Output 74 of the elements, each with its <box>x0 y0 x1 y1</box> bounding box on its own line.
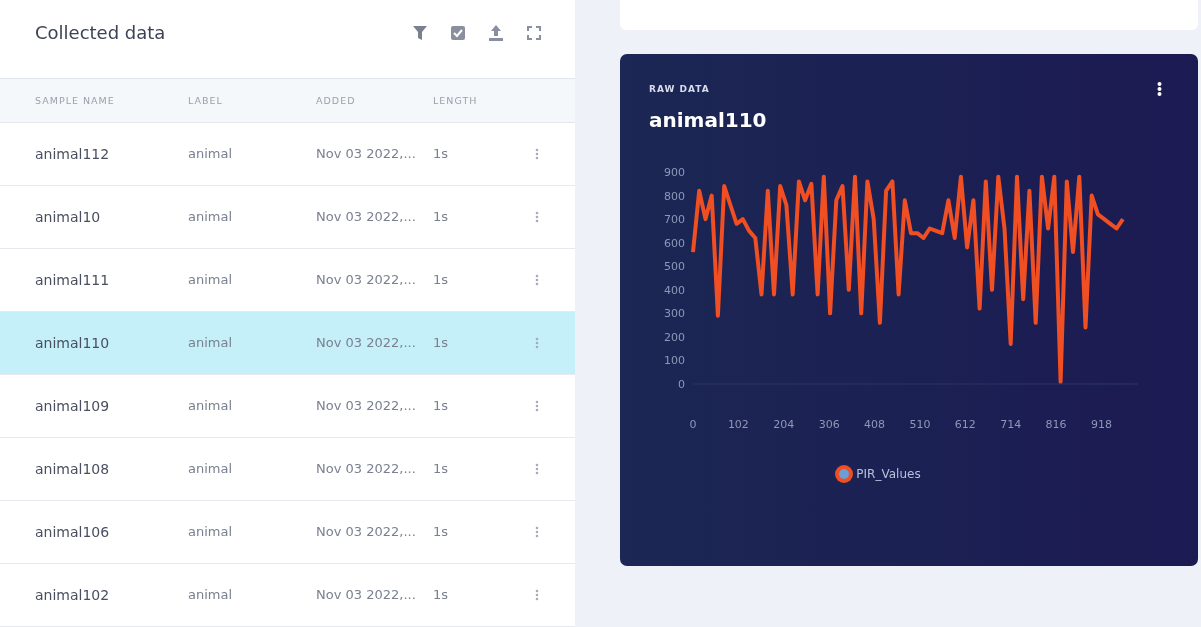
y-tick-label: 100 <box>664 354 685 368</box>
table-row[interactable]: animal110 animal Nov 03 2022,... 1s <box>0 311 575 375</box>
table-row[interactable]: animal106 animal Nov 03 2022,... 1s <box>0 500 575 564</box>
fullscreen-icon[interactable] <box>527 25 541 40</box>
label-cell-text: animal <box>188 587 234 603</box>
sample-name: animal110 <box>35 334 111 351</box>
length-cell-text: 1s <box>433 209 450 225</box>
sample-name: animal108 <box>35 460 111 477</box>
panel-title: Collected data <box>35 22 166 44</box>
x-tick-label: 612 <box>954 418 976 431</box>
x-tick-label: 102 <box>727 418 749 431</box>
label-cell-text: animal <box>188 335 234 351</box>
sample-name: animal10 <box>35 208 102 225</box>
y-tick-label: 200 <box>664 330 685 344</box>
added-cell-text: Nov 03 2022,... <box>316 587 417 603</box>
legend-marker <box>834 464 855 484</box>
table-row[interactable]: animal112 animal Nov 03 2022,... 1s <box>0 122 575 186</box>
table-row[interactable]: animal102 animal Nov 03 2022,... 1s <box>0 563 575 627</box>
label-cell-text: animal <box>188 398 234 414</box>
length-cell-text: 1s <box>433 272 450 288</box>
column-header: ADDED <box>316 94 357 106</box>
y-tick-label: 300 <box>664 307 685 321</box>
length-cell-text: 1s <box>433 398 450 414</box>
y-tick-label: 500 <box>664 260 685 274</box>
y-tick-label: 700 <box>664 213 685 227</box>
x-tick-label: 0 <box>689 418 697 431</box>
length-cell-text: 1s <box>433 524 450 540</box>
added-cell-text: Nov 03 2022,... <box>316 398 417 414</box>
table-row[interactable]: animal109 animal Nov 03 2022,... 1s <box>0 374 575 438</box>
x-tick-label: 816 <box>1045 418 1067 431</box>
sample-name: animal109 <box>35 397 111 414</box>
table-row[interactable]: animal111 animal Nov 03 2022,... 1s <box>0 248 575 312</box>
x-tick-label: 510 <box>909 418 931 431</box>
added-cell-text: Nov 03 2022,... <box>316 461 417 477</box>
added-cell-text: Nov 03 2022,... <box>316 209 417 225</box>
added-cell-text: Nov 03 2022,... <box>316 146 417 162</box>
label-cell-text: animal <box>188 209 234 225</box>
added-cell-text: Nov 03 2022,... <box>316 272 417 288</box>
legend-label[interactable]: PIR_Values <box>856 467 921 481</box>
y-tick-label: 0 <box>678 378 685 391</box>
column-header: LENGTH <box>433 94 479 106</box>
length-cell-text: 1s <box>433 587 450 603</box>
upload-icon[interactable] <box>489 24 503 41</box>
column-header: SAMPLE NAME <box>35 94 116 106</box>
label-cell-text: animal <box>188 524 234 540</box>
label-cell-text: animal <box>188 146 234 162</box>
x-tick-label: 408 <box>864 418 886 431</box>
x-tick-label: 306 <box>818 418 840 431</box>
checkbox-icon[interactable] <box>451 25 465 40</box>
y-tick-label: 800 <box>664 189 685 203</box>
sample-name: animal102 <box>35 586 111 603</box>
length-cell-text: 1s <box>433 146 450 162</box>
more-icon[interactable] <box>1157 82 1162 96</box>
card-caption: RAW DATA <box>649 84 710 94</box>
x-tick-label: 918 <box>1091 418 1112 431</box>
x-tick-label: 204 <box>773 418 795 431</box>
length-cell-text: 1s <box>433 335 450 351</box>
label-cell-text: animal <box>188 461 234 477</box>
y-tick-label: 400 <box>664 283 685 297</box>
column-header: LABEL <box>188 94 224 106</box>
added-cell-text: Nov 03 2022,... <box>316 335 417 351</box>
table-row[interactable]: animal10 animal Nov 03 2022,... 1s <box>0 185 575 249</box>
sample-name: animal111 <box>35 271 111 288</box>
length-cell-text: 1s <box>433 461 450 477</box>
label-cell-text: animal <box>188 272 234 288</box>
y-tick-label: 900 <box>664 166 685 179</box>
filter-icon[interactable] <box>413 24 427 41</box>
sample-name: animal106 <box>35 523 111 540</box>
sample-name: animal112 <box>35 145 111 162</box>
y-tick-label: 600 <box>664 236 685 250</box>
sample-title: animal110 <box>649 108 768 132</box>
added-cell-text: Nov 03 2022,... <box>316 524 417 540</box>
x-tick-label: 714 <box>1000 418 1022 431</box>
table-row[interactable]: animal108 animal Nov 03 2022,... 1s <box>0 437 575 501</box>
